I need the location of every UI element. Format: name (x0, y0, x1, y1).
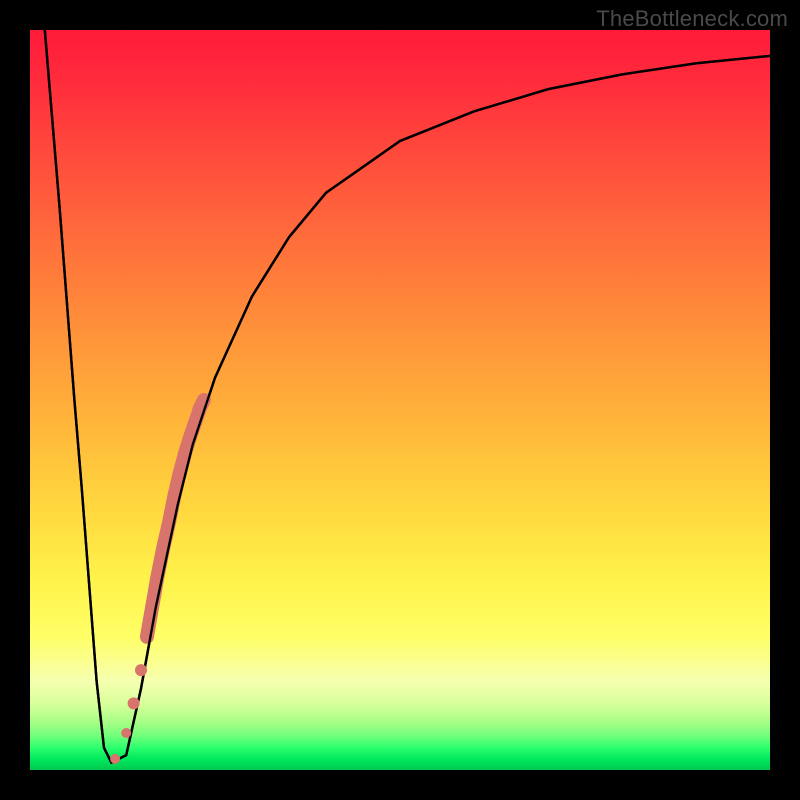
bottleneck-curve (45, 30, 770, 763)
bottleneck-curve-overlay (45, 30, 770, 763)
highlight-dot (110, 754, 120, 764)
watermark-text: TheBottleneck.com (596, 6, 788, 32)
highlight-dot (128, 697, 140, 709)
curve-layer (30, 30, 770, 770)
highlight-dot (135, 664, 147, 676)
plot-area (30, 30, 770, 770)
chart-frame: TheBottleneck.com (0, 0, 800, 800)
highlight-dot (121, 728, 131, 738)
